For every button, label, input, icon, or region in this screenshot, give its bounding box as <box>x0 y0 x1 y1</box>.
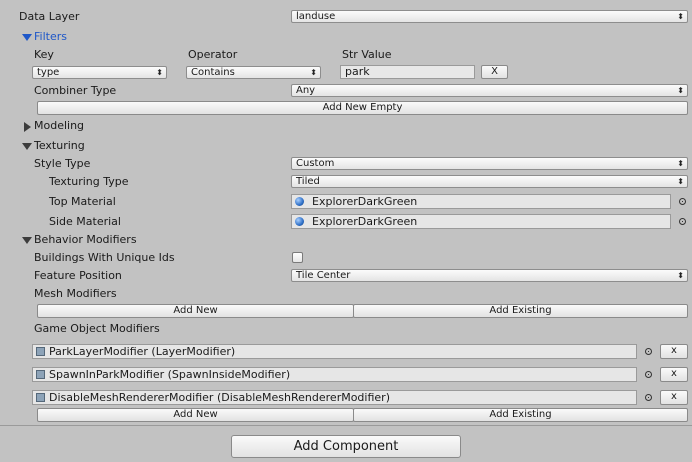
add-new-empty-button[interactable]: Add New Empty <box>37 101 688 115</box>
texturing-type-label: Texturing Type <box>49 175 129 188</box>
style-type-dropdown[interactable]: Custom ⬍ <box>291 157 688 170</box>
object-picker-icon[interactable] <box>679 198 686 205</box>
style-type-label: Style Type <box>34 157 91 170</box>
go-modifier-field[interactable]: DisableMeshRendererModifier (DisableMesh… <box>32 390 637 405</box>
inspector-divider <box>0 425 692 426</box>
filter-operator-header: Operator <box>188 48 238 61</box>
dropdown-arrow-icon: ⬍ <box>677 159 684 168</box>
combiner-type-value: Any <box>296 85 316 96</box>
object-picker-icon[interactable] <box>645 348 652 355</box>
texturing-type-value: Tiled <box>296 176 320 187</box>
add-component-button[interactable]: Add Component <box>231 435 461 458</box>
filter-key-header: Key <box>34 48 54 61</box>
go-add-new-button[interactable]: Add New <box>37 408 354 422</box>
object-picker-icon[interactable] <box>645 371 652 378</box>
game-object-modifiers-label: Game Object Modifiers <box>34 322 160 335</box>
go-modifier-name: ParkLayerModifier (LayerModifier) <box>49 345 236 358</box>
unique-ids-label: Buildings With Unique Ids <box>34 251 175 264</box>
go-modifier-remove-button[interactable]: x <box>660 344 688 359</box>
filter-value-header: Str Value <box>342 48 392 61</box>
combiner-type-label: Combiner Type <box>34 84 117 97</box>
data-layer-label: Data Layer <box>19 10 80 23</box>
mesh-modifiers-label: Mesh Modifiers <box>34 287 117 300</box>
material-sphere-icon <box>295 217 304 226</box>
top-material-value: ExplorerDarkGreen <box>312 195 418 208</box>
dropdown-arrow-icon: ⬍ <box>677 177 684 186</box>
object-picker-icon[interactable] <box>645 394 652 401</box>
filter-key-value: type <box>37 67 60 78</box>
go-modifier-remove-button[interactable]: x <box>660 390 688 405</box>
texturing-type-dropdown[interactable]: Tiled ⬍ <box>291 175 688 188</box>
script-asset-icon <box>36 393 45 402</box>
filter-operator-dropdown[interactable]: Contains ⬍ <box>186 66 321 79</box>
texturing-foldout-icon[interactable] <box>22 143 32 150</box>
mesh-add-existing-button[interactable]: Add Existing <box>353 304 688 318</box>
go-modifier-remove-button[interactable]: x <box>660 367 688 382</box>
material-sphere-icon <box>295 197 304 206</box>
dropdown-arrow-icon: ⬍ <box>677 271 684 280</box>
feature-position-dropdown[interactable]: Tile Center ⬍ <box>291 269 688 282</box>
filters-foldout-icon[interactable] <box>22 34 32 41</box>
style-type-value: Custom <box>296 158 335 169</box>
data-layer-value: landuse <box>296 11 336 22</box>
feature-position-label: Feature Position <box>34 269 122 282</box>
behavior-modifiers-title[interactable]: Behavior Modifiers <box>34 233 137 247</box>
go-modifier-field[interactable]: ParkLayerModifier (LayerModifier) <box>32 344 637 359</box>
feature-position-value: Tile Center <box>296 270 351 281</box>
combiner-type-dropdown[interactable]: Any ⬍ <box>291 84 688 97</box>
go-modifier-name: SpawnInParkModifier (SpawnInsideModifier… <box>49 368 291 381</box>
filter-operator-value: Contains <box>191 67 235 78</box>
dropdown-arrow-icon: ⬍ <box>156 68 163 77</box>
dropdown-arrow-icon: ⬍ <box>677 86 684 95</box>
top-material-field[interactable]: ExplorerDarkGreen <box>291 194 671 209</box>
behavior-foldout-icon[interactable] <box>22 237 32 244</box>
go-modifier-name: DisableMeshRendererModifier (DisableMesh… <box>49 391 390 404</box>
modeling-title[interactable]: Modeling <box>34 119 84 133</box>
side-material-label: Side Material <box>49 215 121 228</box>
go-modifier-field[interactable]: SpawnInParkModifier (SpawnInsideModifier… <box>32 367 637 382</box>
side-material-value: ExplorerDarkGreen <box>312 215 418 228</box>
dropdown-arrow-icon: ⬍ <box>310 68 317 77</box>
unique-ids-checkbox[interactable] <box>292 252 303 263</box>
texturing-title[interactable]: Texturing <box>34 139 85 153</box>
go-add-existing-button[interactable]: Add Existing <box>353 408 688 422</box>
side-material-field[interactable]: ExplorerDarkGreen <box>291 214 671 229</box>
data-layer-dropdown[interactable]: landuse ⬍ <box>291 10 688 23</box>
mesh-add-new-button[interactable]: Add New <box>37 304 354 318</box>
script-asset-icon <box>36 370 45 379</box>
filter-remove-button[interactable]: X <box>481 65 508 79</box>
script-asset-icon <box>36 347 45 356</box>
filters-title[interactable]: Filters <box>34 30 67 44</box>
object-picker-icon[interactable] <box>679 218 686 225</box>
top-material-label: Top Material <box>49 195 116 208</box>
filter-key-dropdown[interactable]: type ⬍ <box>32 66 167 79</box>
filter-str-value-input[interactable]: park <box>340 65 475 79</box>
modeling-foldout-icon[interactable] <box>24 122 31 132</box>
dropdown-arrow-icon: ⬍ <box>677 12 684 21</box>
